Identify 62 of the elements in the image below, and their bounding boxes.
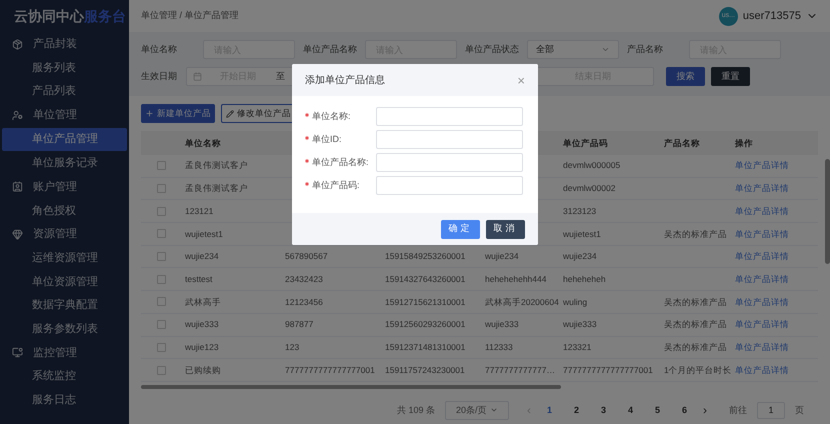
table-cell: 15912371481310001: [385, 342, 466, 352]
table-cell: 3123123: [563, 206, 596, 216]
filter-label: 产品名称: [627, 42, 664, 56]
table-cell: 112333: [485, 342, 513, 352]
table-cell: wujietest1: [185, 228, 223, 239]
table-cell: 孟良伟测试客户: [185, 160, 248, 170]
table-cell: wujie234: [185, 251, 219, 262]
table-cell: 孟良伟测试客户: [185, 183, 248, 194]
table-cell: 123121: [185, 206, 214, 216]
filter-label: 单位产品状态: [465, 42, 520, 56]
table-cell: wujie333: [185, 319, 219, 330]
field-label: 单位名称:: [312, 110, 351, 123]
table-cell: 已购续购: [185, 364, 221, 375]
table-cell: 15915849253260001: [385, 251, 466, 262]
table-cell: 武林高手: [185, 296, 221, 307]
dialog-title: 添加单位产品信息: [305, 74, 385, 88]
table-cell: 1个月的平台时长: [664, 364, 732, 375]
table-cell: 吴杰的标准产品: [664, 342, 727, 352]
logo: 云协同中心服务台: [13, 6, 127, 26]
total-count: 共 109 条: [396, 404, 435, 417]
field-label: 单位产品名称:: [312, 156, 369, 169]
table-cell: 7777777777777…: [485, 364, 555, 375]
table-cell: 123: [285, 342, 300, 352]
table-cell: testtest: [185, 274, 212, 284]
goto-label: 前往: [729, 404, 747, 417]
table-cell: devmlw00002: [563, 183, 616, 194]
table-cell: 15912715621310001: [385, 296, 466, 307]
table-cell: 23432423: [285, 274, 323, 284]
column-header: 操作: [735, 138, 753, 148]
table-cell: 武林高手20200604: [485, 296, 559, 307]
filter-label: 单位名称: [141, 42, 178, 56]
table-cell: hehehehehh444: [485, 274, 546, 284]
table-cell: 12123456: [285, 296, 323, 307]
column-header: 产品名称: [664, 138, 700, 148]
table-cell: 987877: [285, 319, 314, 330]
table-cell: 567890567: [285, 251, 328, 262]
table-cell: 吴杰的标准产品: [664, 228, 727, 239]
table-cell: 15914327643260001: [385, 274, 466, 284]
table-cell: 吴杰的标准产品: [664, 319, 727, 330]
table-cell: wujietest1: [563, 228, 601, 239]
breadcrumb: 单位管理 / 单位产品管理: [141, 9, 239, 22]
table-cell: 123321: [563, 342, 592, 352]
table-cell: wujie234: [485, 251, 519, 262]
table-cell: 15912560293260001: [385, 319, 466, 330]
table-cell: wujie234: [563, 251, 597, 262]
table-cell: wujie123: [185, 342, 219, 352]
table-cell: 7777777777777777001: [563, 364, 653, 375]
table-cell: 15911757243230001: [385, 364, 465, 375]
field-label: 单位ID:: [312, 132, 342, 146]
column-header: 单位名称: [185, 138, 221, 148]
table-cell: wujie333: [563, 319, 597, 330]
filter-label: 单位产品名称: [303, 42, 358, 56]
table-cell: 吴杰的标准产品: [664, 296, 727, 307]
column-header: 单位产品码: [563, 138, 608, 148]
field-label: 单位产品码:: [312, 178, 360, 192]
table-cell: wuling: [563, 296, 588, 307]
table-cell: wujie333: [485, 319, 519, 330]
table-cell: devmlw000005: [563, 160, 620, 170]
table-cell: heheheheh: [563, 274, 606, 284]
filter-label: 生效日期: [141, 70, 178, 83]
table-cell: 7777777777777777001: [285, 364, 375, 375]
page-suffix: 页: [795, 404, 804, 417]
